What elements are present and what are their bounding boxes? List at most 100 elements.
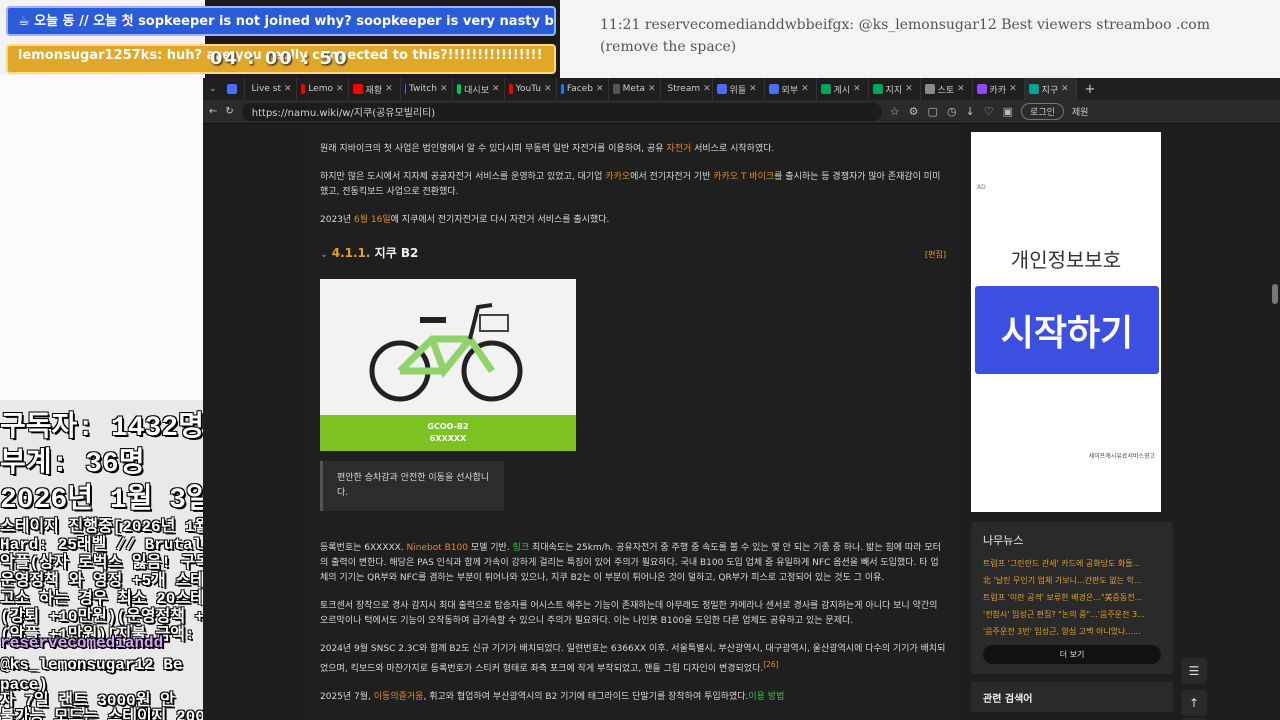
browser-tab[interactable]: 지구 ✕ (1024, 78, 1077, 100)
tab-label: Meta (622, 84, 645, 94)
link-kakao[interactable]: 카카오 (605, 172, 630, 182)
scrollbar-thumb[interactable] (1272, 284, 1278, 304)
stream-left-panel: 구독자: 1432명 부계: 36명 2026년 1월 3일 스테이지 진행중[… (0, 0, 205, 720)
news-item[interactable]: '음주운전 3번' 임성근, 양심 고백 아니었나...... (983, 626, 1161, 637)
news-item[interactable]: 트럼프 '이란 공격' 보류한 배경은..."美증동전... (983, 592, 1161, 603)
link-ninebot[interactable]: Ninebot B100 (407, 543, 468, 553)
tab-favicon-icon (508, 84, 513, 94)
paragraph: 하지만 많은 도시에서 지자체 공공자전거 서비스를 운영하고 있었고, 대기업… (320, 170, 946, 200)
tab-list-icon[interactable]: ⌄ (203, 84, 223, 94)
toc-icon[interactable]: ☰ (1181, 658, 1207, 684)
tab-close-icon[interactable]: ✕ (544, 84, 552, 94)
tab-close-icon[interactable]: ✕ (440, 84, 448, 94)
tab-close-icon[interactable]: ✕ (1009, 84, 1017, 94)
link-bicycle[interactable]: 자전거 (666, 144, 691, 154)
paragraph: 등록번호는 6XXXXX. Ninebot B100 모델 기반. 링크 최대속… (320, 541, 946, 586)
reload-icon[interactable]: ↻ (225, 106, 233, 117)
link-company[interactable]: 이동의즐거움 (374, 692, 424, 702)
new-tab-icon[interactable]: + (1077, 82, 1104, 97)
tab-close-icon[interactable]: ✕ (492, 84, 500, 94)
text: 에 지쿠에서 전기자전거로 다시 자전거 서비스를 출시했다. (390, 215, 610, 225)
text: 하지만 많은 도시에서 지자체 공공자전거 서비스를 운영하고 있었고, 대기업 (320, 172, 606, 182)
link-usage[interactable]: 이용 방법 (748, 692, 784, 702)
browser-tab[interactable]: 위들 ✕ (713, 78, 765, 100)
browser-tab[interactable]: Meta ✕ (609, 78, 661, 100)
browser-tab[interactable]: 게시 ✕ (817, 78, 869, 100)
news-item[interactable]: '전참시' 임성근 편집? "논의 중"...'음주운전 3... (983, 609, 1161, 620)
heart-icon[interactable]: ♡ (984, 105, 994, 118)
text: 원래 지바이크의 첫 사업은 법인명에서 알 수 있다시피 무동력 일반 자전거… (320, 144, 667, 154)
tab-label: Lemo (308, 84, 333, 94)
footnote-link[interactable]: [26] (763, 660, 778, 669)
browser-tab[interactable]: 지지 ✕ (869, 78, 921, 100)
scroll-up-icon[interactable]: ↑ (1181, 690, 1207, 716)
overlay-chat-msg: @ks_lemonsugar12 Be (0, 656, 183, 674)
link-external[interactable]: 링크 (513, 543, 530, 553)
ad-cta-button[interactable]: 시작하기 (975, 286, 1159, 374)
tab-close-icon[interactable]: ✕ (703, 84, 711, 94)
tab-favicon-icon (716, 84, 727, 94)
browser-tab[interactable]: 재황 ✕ (349, 78, 401, 100)
news-item[interactable]: 北 '날린 무인기 업체 가보니...간판도 없는 학... (983, 575, 1161, 586)
section-title[interactable]: ⌄ 4.1.1. 지쿠 B2 (320, 246, 418, 263)
tab-label: 게시 (833, 85, 851, 96)
browser-tab[interactable]: Faceb ✕ (557, 78, 609, 100)
tab-favicon-icon (352, 84, 363, 94)
browser-tab[interactable]: Lemo ✕ (297, 78, 349, 100)
tab-close-icon[interactable]: ✕ (801, 84, 809, 94)
tab-close-icon[interactable]: ✕ (1061, 84, 1069, 94)
url-text: https://namu.wiki/w/지쿠(공유모빌리티) (251, 108, 436, 119)
tab-close-icon[interactable]: ✕ (596, 84, 604, 94)
tab-favicon-icon (1028, 84, 1039, 94)
split-icon[interactable]: ▢ (928, 105, 938, 118)
ad-footer: 세이프캐시유료서비스광고 (1088, 453, 1155, 460)
back-icon[interactable]: ← (209, 106, 217, 117)
login-button[interactable]: 로그인 (1021, 103, 1064, 120)
browser-tab[interactable]: 카카 ✕ (973, 78, 1025, 100)
tab-favicon-icon (924, 84, 935, 94)
extension-icon[interactable]: ⚙ (909, 105, 919, 118)
tab-close-icon[interactable]: ✕ (284, 84, 292, 94)
chevron-down-icon[interactable]: ⌄ (320, 250, 328, 260)
tab-label: Live st (251, 84, 282, 94)
tab-close-icon[interactable]: ✕ (648, 84, 656, 94)
tab-close-icon[interactable]: ✕ (853, 84, 861, 94)
edit-link[interactable]: [편집] (925, 247, 946, 262)
tab-favicon-icon (768, 84, 779, 94)
browser-tab[interactable]: 스토 ✕ (921, 78, 973, 100)
paragraph: 2023년 6월 16일에 지쿠에서 전기자전거로 다시 자전거 서비스를 출시… (320, 213, 946, 228)
link-date[interactable]: 6월 16일 (354, 215, 391, 225)
download-icon[interactable]: ↓ (966, 105, 975, 118)
collections-icon[interactable]: ▣ (1003, 105, 1013, 118)
tab-label: 대시보 (464, 85, 489, 96)
browser-tab[interactable]: Stream ✕ (661, 78, 713, 100)
tab-close-icon[interactable]: ✕ (957, 84, 965, 94)
browser-tab[interactable]: 외부 ✕ (765, 78, 817, 100)
browser-tab[interactable]: 대시보 ✕ (453, 78, 505, 100)
section-title-text: 지쿠 B2 (374, 246, 419, 260)
text: 2025년 7월, (320, 692, 374, 702)
browser-tab[interactable]: YouTu ✕ (505, 78, 557, 100)
browser-tab[interactable]: Live st ✕ (245, 78, 297, 100)
tab-favicon-icon (820, 84, 831, 94)
tab-close-icon[interactable]: ✕ (905, 84, 913, 94)
ad-banner[interactable]: AD 개인정보보호 시작하기 세이프캐시유료서비스광고 (971, 132, 1161, 512)
history-icon[interactable]: ◷ (947, 105, 957, 118)
toolbar-icons: ☆ ⚙ ▢ ◷ ↓ ♡ ▣ (890, 105, 1013, 118)
tab-close-icon[interactable]: ✕ (385, 84, 393, 94)
tab-close-icon[interactable]: ✕ (749, 84, 757, 94)
browser-tab[interactable]: Twitch ✕ (401, 78, 453, 100)
paragraph: 원래 지바이크의 첫 사업은 법인명에서 알 수 있다시피 무동력 일반 자전거… (320, 142, 946, 157)
profile-name[interactable]: 제원 (1072, 105, 1089, 118)
star-icon[interactable]: ☆ (890, 105, 900, 118)
link-kakao-t-bike[interactable]: 카카오 T 바이크 (713, 172, 774, 182)
tab-close-icon[interactable]: ✕ (336, 84, 344, 94)
tab-label: Twitch (408, 84, 437, 94)
news-item[interactable]: 트럼프 '그린란드 관세' 카드에 공화당도 화들... (983, 558, 1161, 569)
news-more-button[interactable]: 더 보기 (983, 645, 1161, 664)
tab-label: Stream (667, 84, 701, 94)
url-field[interactable]: https://namu.wiki/w/지쿠(공유모빌리티) (241, 102, 882, 121)
subscriber-count: 구독자: 1432명 (0, 413, 204, 444)
browser-tab[interactable] (223, 78, 245, 100)
chat-time: 11:21 (600, 17, 641, 33)
